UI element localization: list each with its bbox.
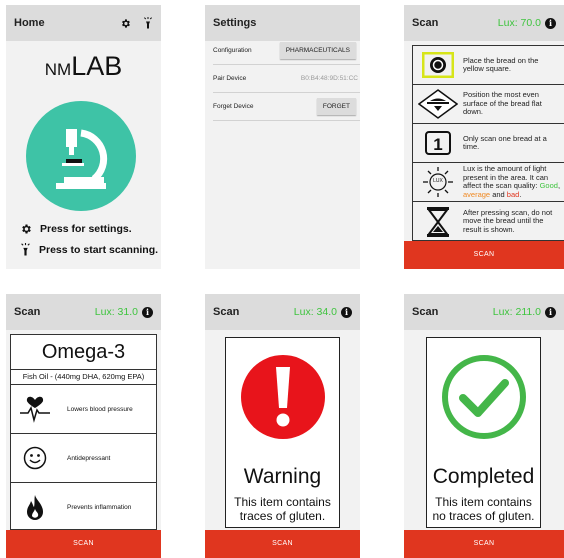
scan-button[interactable]: SCAN: [6, 530, 161, 558]
home-screen: Home NMLAB Press for settings. Press to …: [6, 5, 161, 269]
screen-title: Scan: [14, 306, 41, 318]
settings-screen: Settings Configuration PHARMACEUTICALS P…: [205, 5, 360, 269]
warning-card: Warning This item contains traces of glu…: [225, 337, 340, 528]
lux-readout: Lux: 34.0: [293, 306, 337, 318]
flashlight-icon[interactable]: [143, 17, 153, 29]
lux-readout: Lux: 31.0: [94, 306, 138, 318]
screen-title: Scan: [213, 306, 240, 318]
nutrient-subtitle: Fish Oil - (440mg DHA, 620mg EPA): [11, 370, 156, 385]
nutrient-card: Omega-3 Fish Oil - (440mg DHA, 620mg EPA…: [10, 334, 157, 530]
list-item: LUX Lux is the amount of light present i…: [413, 163, 564, 202]
configuration-row: Configuration PHARMACEUTICALS: [213, 37, 360, 65]
result-heading: Completed: [432, 465, 535, 488]
forget-button[interactable]: FORGET: [316, 98, 356, 115]
app-bar: Scan Lux: 70.0 i: [404, 5, 564, 41]
settings-hint: Press for settings.: [20, 223, 132, 235]
list-item: 1 Only scan one bread at a time.: [413, 124, 564, 163]
result-message: This item contains traces of gluten.: [234, 495, 331, 523]
pair-device-row: Pair Device B0:B4:48:9D:51:CC: [213, 65, 360, 93]
list-item: Prevents inflammation: [11, 483, 156, 532]
flame-icon: [27, 494, 43, 520]
app-bar: Scan Lux: 211.0 i: [404, 294, 564, 330]
info-icon[interactable]: i: [545, 306, 556, 318]
count-one-icon: 1: [425, 131, 451, 155]
quality-bad: bad: [506, 189, 520, 199]
microscope-icon: [56, 129, 108, 189]
screen-title: Scan: [412, 17, 439, 29]
screen-title: Scan: [412, 306, 439, 318]
app-bar: Settings: [205, 5, 360, 41]
screen-title: Home: [14, 17, 45, 29]
app-bar: Scan Lux: 31.0 i: [6, 294, 161, 330]
nmlab-logo: NMLAB: [44, 51, 123, 81]
gear-icon[interactable]: [120, 18, 131, 29]
info-icon[interactable]: i: [545, 17, 556, 29]
app-bar: Scan Lux: 34.0 i: [205, 294, 360, 330]
list-item: Place the bread on the yellow square.: [413, 46, 564, 85]
nutrient-result-screen: Scan Lux: 31.0 i Omega-3 Fish Oil - (440…: [6, 294, 161, 558]
device-address: B0:B4:48:9D:51:CC: [300, 75, 358, 82]
configuration-button[interactable]: PHARMACEUTICALS: [279, 42, 356, 59]
lux-readout: Lux: 70.0: [497, 17, 541, 29]
heartbeat-icon: [20, 396, 50, 423]
lux-icon: LUX: [420, 166, 456, 198]
camera-lens-icon: [422, 52, 454, 78]
forget-device-row: Forget Device FORGET: [213, 93, 360, 121]
quality-good: Good: [539, 181, 558, 190]
smiley-icon: [23, 446, 47, 470]
scan-button[interactable]: SCAN: [205, 530, 360, 558]
list-item: After pressing scan, do not move the bre…: [413, 202, 564, 241]
check-icon: [442, 355, 526, 439]
microscope-logo: [26, 101, 136, 211]
scan-instructions-screen: Scan Lux: 70.0 i Place the bread on the …: [404, 5, 564, 269]
list-item: Antidepressant: [11, 434, 156, 483]
info-icon[interactable]: i: [142, 306, 153, 318]
gear-icon: [22, 224, 31, 234]
completed-result-screen: Scan Lux: 211.0 i Completed This item co…: [404, 294, 564, 558]
instructions-list: Place the bread on the yellow square. Po…: [412, 45, 564, 241]
flashlight-icon: [21, 243, 30, 256]
screen-title: Settings: [213, 17, 257, 29]
flat-surface-icon: [418, 89, 458, 119]
scan-button[interactable]: SCAN: [404, 530, 564, 558]
list-item: Lowers blood pressure: [11, 385, 156, 434]
result-message: This item contains no traces of gluten.: [432, 495, 535, 523]
info-icon[interactable]: i: [341, 306, 352, 318]
lux-readout: Lux: 211.0: [492, 306, 541, 318]
warning-result-screen: Scan Lux: 34.0 i Warning This item conta…: [205, 294, 360, 558]
list-item: Position the most even surface of the br…: [413, 85, 564, 124]
scan-hint: Press to start scanning.: [20, 243, 158, 256]
quality-average: average: [463, 189, 491, 199]
scan-button[interactable]: SCAN: [404, 241, 564, 269]
result-heading: Warning: [243, 465, 322, 488]
nutrient-name: Omega-3: [11, 335, 156, 370]
completed-card: Completed This item contains no traces o…: [426, 337, 541, 528]
app-bar: Home: [6, 5, 161, 41]
warning-icon: [241, 355, 325, 439]
hourglass-icon: [427, 206, 449, 237]
